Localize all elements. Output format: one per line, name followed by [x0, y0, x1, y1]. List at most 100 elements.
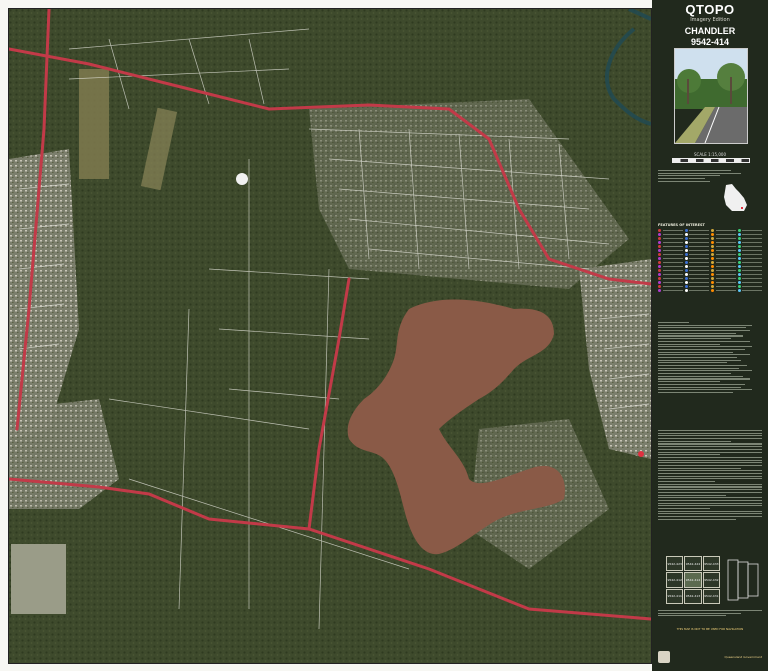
map-fold-diagram-icon [727, 559, 759, 601]
legend-symbol-icon [658, 288, 661, 292]
legend-label-line [715, 237, 736, 239]
legend-label-line [715, 285, 736, 287]
legend-symbol-icon [737, 288, 741, 292]
scale-label: SCALE 1:15,000 [694, 152, 726, 157]
legend-label-line [662, 241, 683, 243]
index-cell: 9542-423 [666, 556, 684, 572]
index-cell-number: 9542-412 [667, 577, 682, 582]
index-cell: 9542-432 [702, 572, 720, 588]
legend-label-line [689, 257, 709, 259]
legend-label-line [742, 257, 762, 259]
legend-label-line [689, 233, 709, 235]
legend-grid [658, 228, 762, 316]
legend-label-line [662, 257, 683, 259]
legend-panel: QTOPO Imagery Edition CHANDLER 9542-414 … [652, 0, 768, 671]
legend-label-line [662, 233, 683, 235]
legend-symbol-icon [684, 288, 688, 292]
quarry-area [11, 544, 66, 614]
index-cell: 9542-431 [702, 588, 720, 604]
legend-label-line [742, 269, 762, 271]
projection-notes [658, 170, 762, 183]
sheet-name: CHANDLER [684, 26, 736, 36]
legend-label-line [715, 265, 736, 267]
imagery-map[interactable] [8, 8, 652, 664]
index-cell: 9542-413 [684, 588, 702, 604]
legend-label-line [689, 265, 709, 267]
navigation-notice: THIS MAP IS NOT TO BE USED FOR NAVIGATIO… [676, 627, 744, 631]
legend-item [658, 288, 683, 292]
legend-label-line [662, 281, 683, 283]
legend-label-line [662, 237, 683, 239]
legend-label-line [662, 277, 683, 279]
cover-photo [674, 48, 748, 144]
publisher-notes [658, 610, 762, 618]
marker-icon [638, 451, 644, 457]
index-cell-number: 9542-432 [704, 577, 719, 582]
legend-item [711, 288, 736, 292]
index-cell-number: 9542-411 [667, 594, 682, 599]
index-cell-current: 9542-414 [684, 572, 702, 588]
legend-label-line [662, 269, 683, 271]
sheet-number: 9542-414 [690, 37, 730, 47]
legend-label-line [715, 245, 736, 247]
legend-label-line [715, 289, 736, 291]
index-cell: 9542-433 [702, 556, 720, 572]
legend-label-line [662, 253, 683, 255]
publisher-name: Queensland Government [724, 655, 762, 659]
legend-label-line [662, 261, 683, 263]
legend-label-line [689, 281, 709, 283]
legend-label-line [662, 273, 683, 275]
index-cell-number: 9542-423 [667, 561, 682, 566]
legend-item [737, 288, 762, 292]
index-cell: 9542-411 [666, 588, 684, 604]
brand-title: QTOPO [685, 2, 735, 17]
legend-item [684, 288, 709, 292]
legend-label-line [742, 233, 762, 235]
legend-label-line [715, 229, 736, 231]
legend-label-line [715, 269, 736, 271]
legend-label-line [662, 229, 683, 231]
legend-label-line [662, 285, 683, 287]
queensland-locator-icon [724, 184, 747, 211]
water-tank-icon [236, 173, 248, 185]
legend-label-line [715, 233, 736, 235]
disclaimer-text [658, 430, 762, 521]
legend-label-line [742, 281, 762, 283]
sheet-index-grid: 9542-423 9542-424 9542-433 9542-412 9542-414… [666, 556, 720, 604]
legend-label-line [662, 289, 683, 291]
edition-label: Imagery Edition [690, 17, 730, 23]
legend-label-line [662, 245, 683, 247]
legend-label-line [689, 253, 709, 255]
legend-label-line [689, 269, 709, 271]
index-cell-number: 9542-431 [704, 594, 719, 599]
legend-label-line [689, 229, 709, 231]
legend-label-line [715, 257, 736, 259]
legend-label-line [742, 253, 762, 255]
legend-label-line [689, 277, 709, 279]
legend-label-line [715, 273, 736, 275]
legend-label-line [742, 241, 762, 243]
legend-label-line [689, 245, 709, 247]
legend-symbol-icon [711, 288, 714, 292]
map-canvas[interactable] [9, 9, 651, 663]
scale-bar [672, 158, 750, 163]
legend-label-line [742, 273, 762, 275]
legend-label-line [715, 241, 736, 243]
legend-label-line [742, 277, 762, 279]
legend-label-line [742, 289, 762, 291]
legend-label-line [742, 261, 762, 263]
legend-label-line [742, 237, 762, 239]
map-sheet: QTOPO Imagery Edition CHANDLER 9542-414 … [0, 0, 768, 671]
legend-label-line [742, 285, 762, 287]
legend-label-line [689, 261, 709, 263]
index-cell: 9542-412 [666, 572, 684, 588]
legend-label-line [689, 289, 709, 291]
cleared-strip-1 [79, 69, 109, 179]
index-cell-number: 9542-433 [704, 561, 719, 566]
legend-lines-block [658, 322, 762, 395]
legend-label-line [689, 241, 709, 243]
legend-label-line [689, 249, 709, 251]
legend-label-line [715, 253, 736, 255]
legend-label-line [689, 285, 709, 287]
legend-label-line [742, 229, 762, 231]
